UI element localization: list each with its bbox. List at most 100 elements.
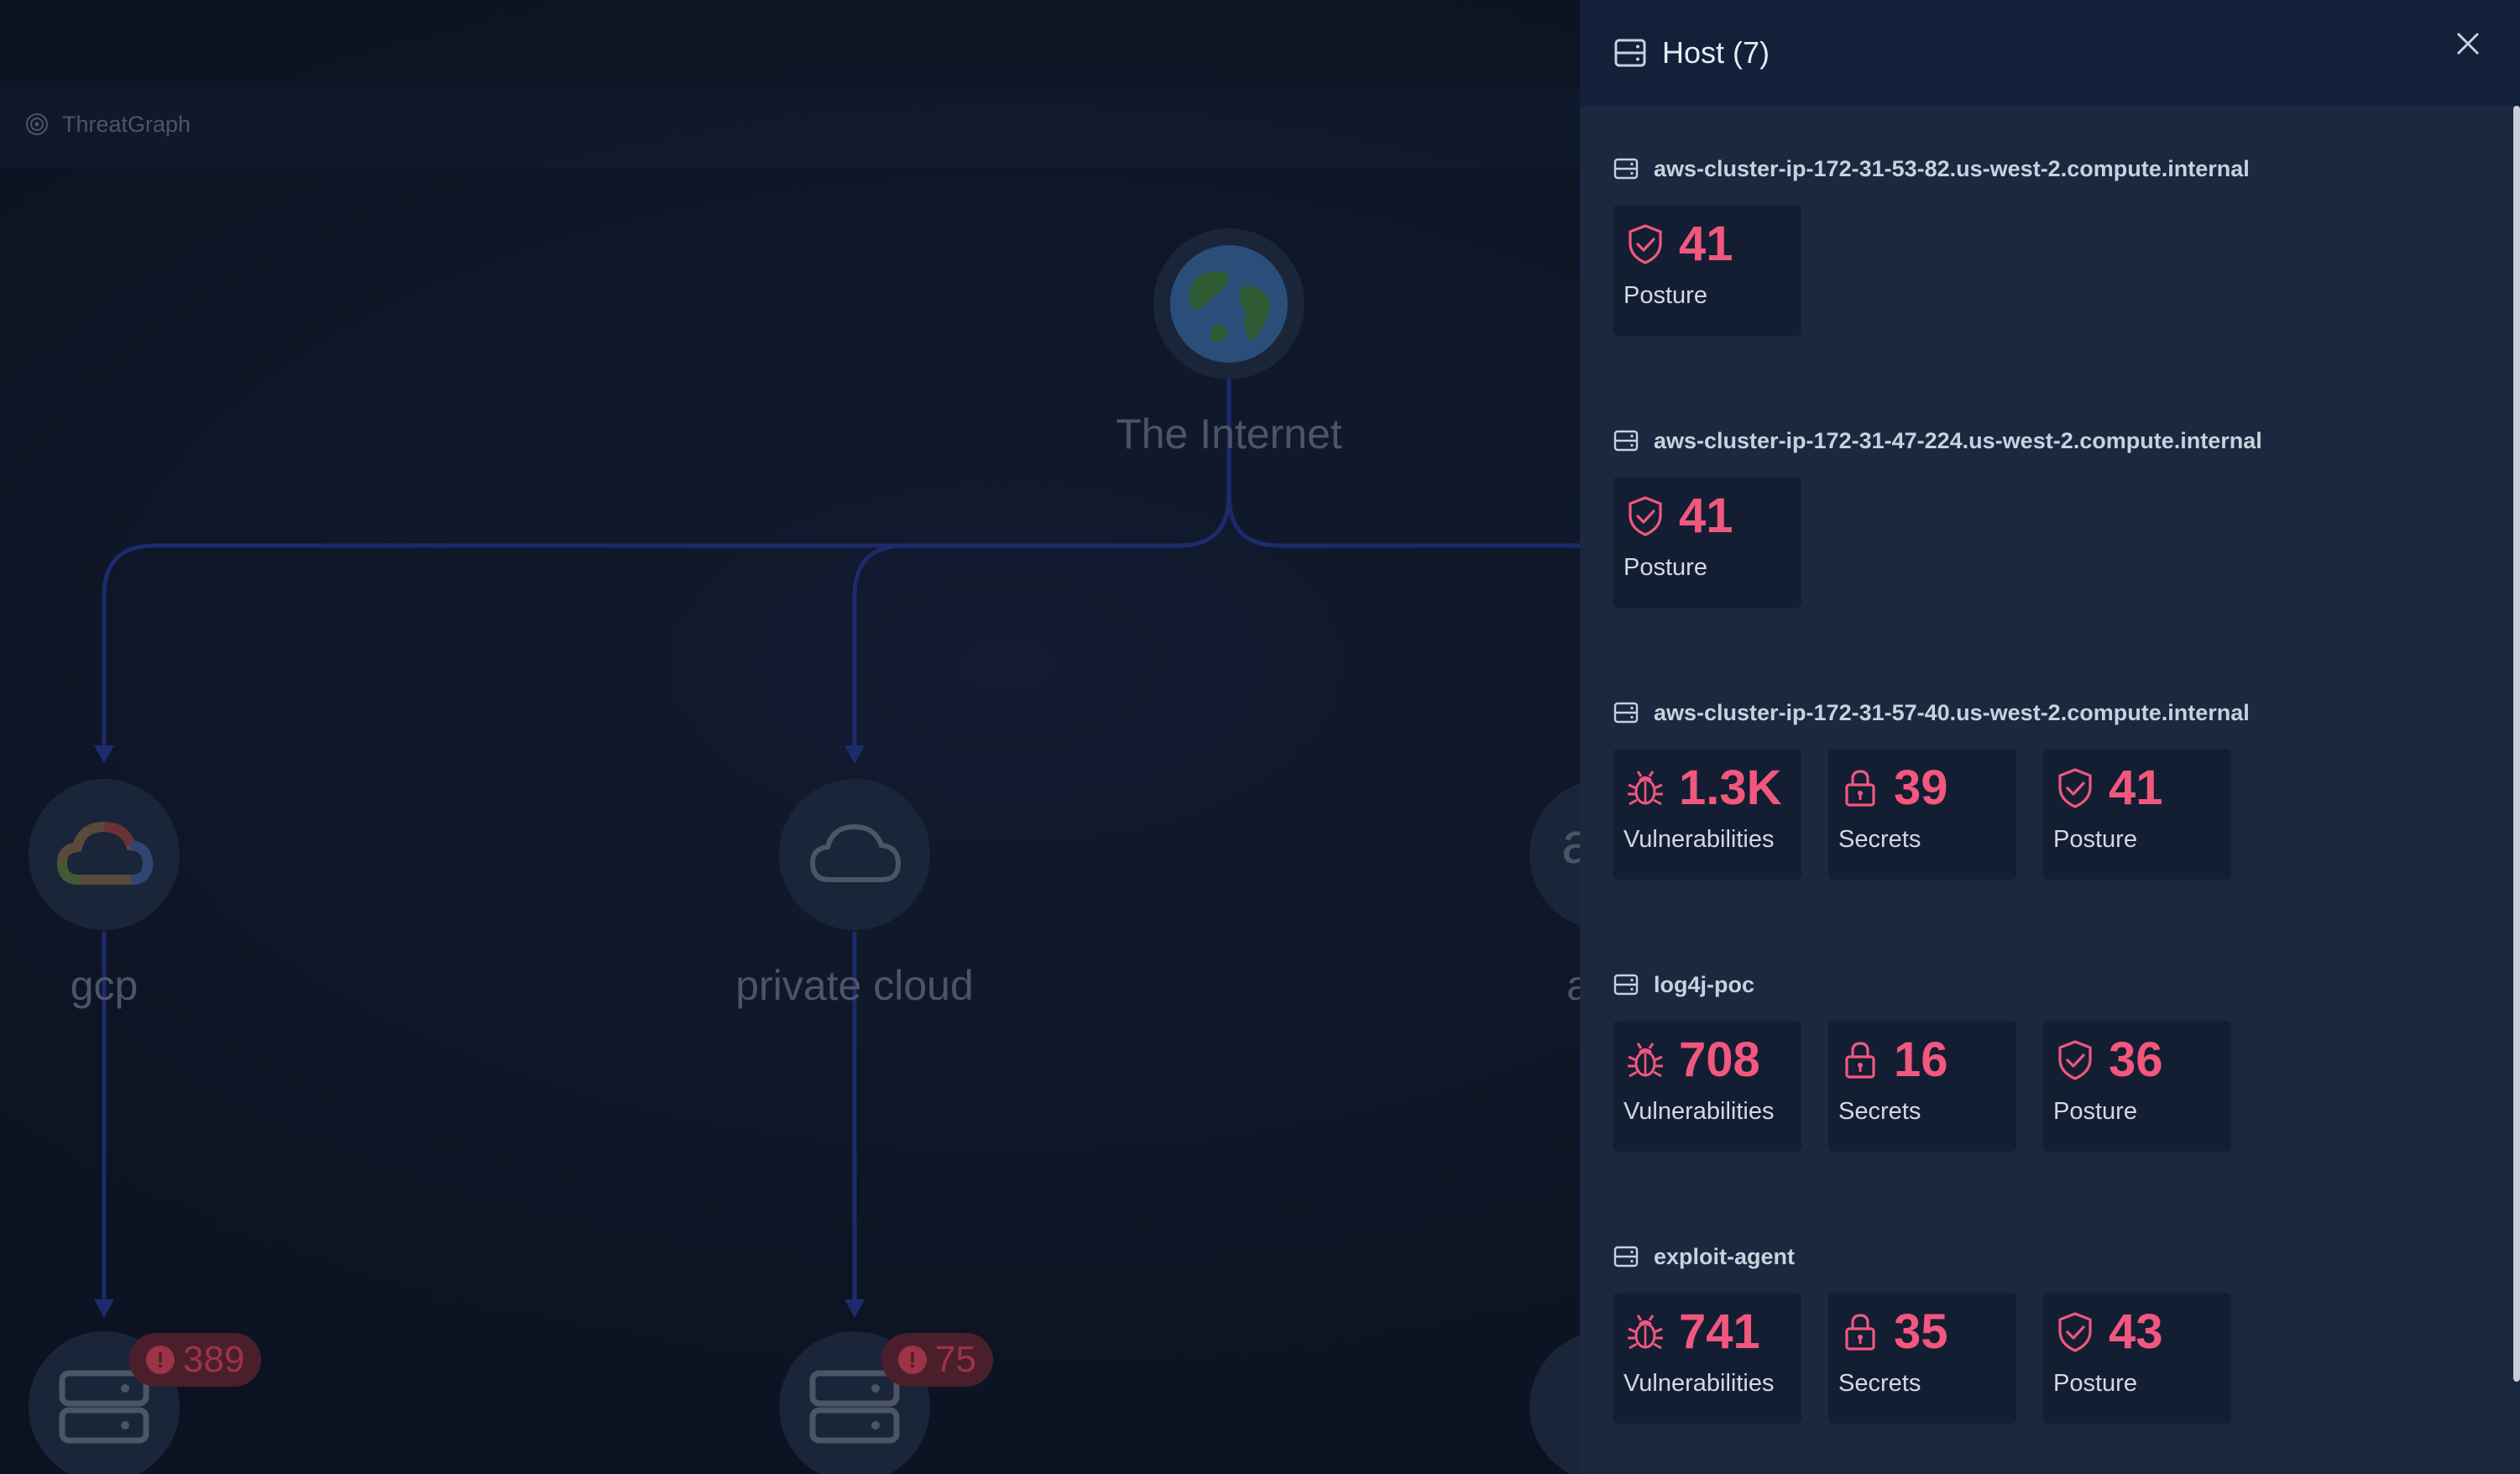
- posture-count: 36: [2109, 1032, 2163, 1087]
- shield-check-icon: [2058, 1312, 2092, 1352]
- server-icon: [809, 1370, 900, 1444]
- graph-edges: [94, 369, 1580, 1318]
- secrets-count: 39: [1894, 761, 1948, 815]
- vulnerabilities-count: 1.3K: [1679, 761, 1782, 815]
- server-icon: [1614, 39, 1646, 67]
- edge-arrow: [94, 1299, 114, 1318]
- lock-icon: [1845, 1314, 1875, 1351]
- cloud-node-label: gcp: [70, 962, 139, 1009]
- host-name-text: log4j-poc: [1654, 971, 1754, 997]
- stat-cards: 1.3K Vulnerabilities 39 Secrets 41 Posture: [1613, 749, 2486, 880]
- vulnerabilities-count: 741: [1679, 1304, 1760, 1359]
- stat-cards: 41 Posture: [1613, 205, 2486, 336]
- vulnerabilities-card[interactable]: 741 Vulnerabilities: [1613, 1293, 1801, 1424]
- internet-node-label: The Internet: [1116, 410, 1342, 457]
- bug-icon: [1628, 1315, 1663, 1350]
- secrets-count: 35: [1894, 1304, 1948, 1359]
- panel-header: Host (7): [1580, 0, 2520, 106]
- alert-icon: !: [898, 1346, 927, 1374]
- secrets-count: 16: [1894, 1032, 1948, 1087]
- alert-badge[interactable]: ! 75: [881, 1333, 993, 1387]
- secrets-label: Secrets: [1838, 1098, 1921, 1125]
- edge-internet-gcp: [102, 369, 1231, 747]
- edge-internet-aws: [1226, 494, 1580, 548]
- lock-icon: [1845, 770, 1875, 807]
- host-name-link[interactable]: aws-cluster-ip-172-31-57-40.us-west-2.co…: [1613, 700, 2486, 725]
- posture-card[interactable]: 41 Posture: [2043, 749, 2231, 880]
- gcp-node[interactable]: [29, 779, 180, 930]
- bug-icon: [1628, 1043, 1663, 1078]
- host-name-link[interactable]: log4j-poc: [1613, 972, 2486, 997]
- host-item: exploit-agent 741 Vulnerabilities 35 Secrets…: [1613, 1244, 2486, 1474]
- host-name-text: aws-cluster-ip-172-31-57-40.us-west-2.co…: [1654, 699, 2250, 725]
- posture-count: 43: [2109, 1304, 2163, 1359]
- secrets-card[interactable]: 16 Secrets: [1828, 1021, 2016, 1152]
- shield-check-icon: [2058, 768, 2092, 808]
- panel-scrollbar[interactable]: [2513, 106, 2520, 1382]
- edge-internet-private: [852, 494, 1231, 747]
- secrets-label: Secrets: [1838, 1370, 1921, 1397]
- posture-count: 41: [1679, 217, 1733, 271]
- posture-label: Posture: [1623, 282, 1707, 309]
- server-icon: [1613, 158, 1639, 180]
- vulnerabilities-count: 708: [1679, 1032, 1760, 1087]
- secrets-card[interactable]: 39 Secrets: [1828, 749, 2016, 880]
- bug-icon: [1628, 771, 1663, 806]
- vulnerabilities-card[interactable]: 1.3K Vulnerabilities: [1613, 749, 1801, 880]
- server-icon: [1613, 702, 1639, 724]
- server-icon: [1613, 974, 1639, 996]
- panel-title-text: Host (7): [1662, 35, 1770, 70]
- posture-count: 41: [1679, 489, 1733, 543]
- posture-card[interactable]: 43 Posture: [2043, 1293, 2231, 1424]
- edge-arrow: [844, 745, 865, 764]
- posture-count: 41: [2109, 761, 2163, 815]
- server-icon: [1613, 1246, 1639, 1268]
- host-item: aws-cluster-ip-172-31-47-224.us-west-2.c…: [1613, 428, 2486, 700]
- stat-cards: 708 Vulnerabilities 16 Secrets 36 Posture: [1613, 1021, 2486, 1152]
- server-icon: [1613, 430, 1639, 452]
- posture-label: Posture: [2053, 1370, 2137, 1397]
- edge-arrow: [844, 1299, 865, 1318]
- vulnerabilities-card[interactable]: 708 Vulnerabilities: [1613, 1021, 1801, 1152]
- stat-cards: 741 Vulnerabilities 35 Secrets 43 Posture: [1613, 1293, 2486, 1424]
- server-icon: [59, 1370, 149, 1444]
- posture-card[interactable]: 41 Posture: [1613, 205, 1801, 336]
- posture-card[interactable]: 36 Posture: [2043, 1021, 2231, 1152]
- alert-count: 389: [183, 1339, 245, 1380]
- vulnerabilities-label: Vulnerabilities: [1623, 1370, 1775, 1397]
- host-item: log4j-poc 708 Vulnerabilities 16 Secrets 36 Po…: [1613, 972, 2486, 1244]
- google-cloud-icon: [56, 821, 154, 885]
- globe-icon: [1170, 245, 1288, 363]
- host-list: aws-cluster-ip-172-31-53-82.us-west-2.co…: [1580, 106, 2520, 1474]
- host-name-text: aws-cluster-ip-172-31-53-82.us-west-2.co…: [1654, 155, 2250, 181]
- host-details-panel: Host (7) aws-cluster-ip-172-31-53-82.us-…: [1580, 0, 2520, 1474]
- close-icon: [2456, 32, 2480, 55]
- cloud-node-label: private cloud: [735, 962, 974, 1009]
- secrets-label: Secrets: [1838, 826, 1921, 853]
- host-name-text: aws-cluster-ip-172-31-47-224.us-west-2.c…: [1654, 427, 2262, 453]
- secrets-card[interactable]: 35 Secrets: [1828, 1293, 2016, 1424]
- host-name-link[interactable]: exploit-agent: [1613, 1244, 2486, 1269]
- shield-check-icon: [1629, 496, 1662, 536]
- host-item: aws-cluster-ip-172-31-57-40.us-west-2.co…: [1613, 700, 2486, 972]
- shield-check-icon: [1629, 224, 1662, 264]
- shield-check-icon: [2058, 1040, 2092, 1080]
- host-name-link[interactable]: aws-cluster-ip-172-31-47-224.us-west-2.c…: [1613, 428, 2486, 453]
- cloud-icon: [809, 823, 902, 882]
- vulnerabilities-label: Vulnerabilities: [1623, 1098, 1775, 1125]
- stat-cards: 41 Posture: [1613, 477, 2486, 608]
- host-item: aws-cluster-ip-172-31-53-82.us-west-2.co…: [1613, 156, 2486, 428]
- private-cloud-node[interactable]: [779, 779, 930, 930]
- alert-badge[interactable]: ! 389: [129, 1333, 262, 1387]
- posture-label: Posture: [1623, 554, 1707, 581]
- panel-title: Host (7): [1613, 35, 1770, 71]
- posture-label: Posture: [2053, 1098, 2137, 1125]
- host-name-link[interactable]: aws-cluster-ip-172-31-53-82.us-west-2.co…: [1613, 156, 2486, 181]
- posture-label: Posture: [2053, 826, 2137, 853]
- posture-card[interactable]: 41 Posture: [1613, 477, 1801, 608]
- host-name-text: exploit-agent: [1654, 1243, 1796, 1269]
- close-button[interactable]: [2449, 25, 2486, 62]
- vulnerabilities-label: Vulnerabilities: [1623, 826, 1775, 853]
- lock-icon: [1845, 1042, 1875, 1079]
- internet-node[interactable]: [1153, 228, 1304, 379]
